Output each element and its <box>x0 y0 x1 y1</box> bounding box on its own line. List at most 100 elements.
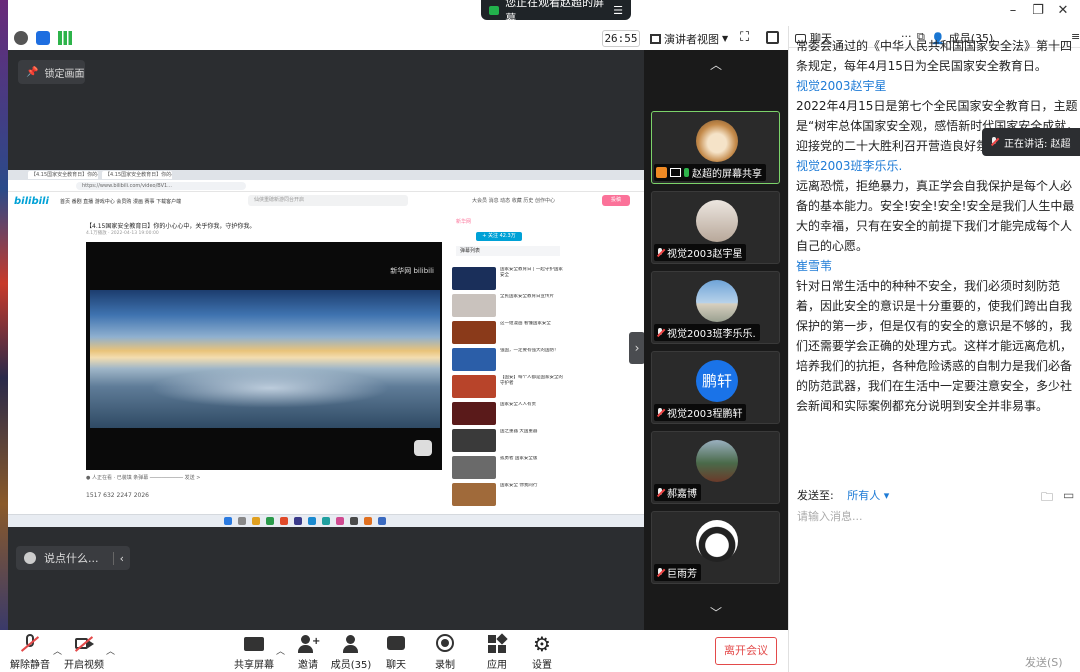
avatar <box>696 520 738 562</box>
participant-tile[interactable]: 视觉2003班李乐乐. <box>651 271 780 344</box>
danmaku-bar: ● 人正在看 · 已装填 条弹幕 ─────────── 发送 > <box>86 475 201 481</box>
participant-tile[interactable]: 赵超的屏幕共享 <box>651 111 780 184</box>
chat-panel: 聊天 ··· ⧉ 👤 成员(35) ≡ 常委会通过的《中华人民共和国国家安全法》… <box>788 26 1080 672</box>
info-icon[interactable] <box>14 31 28 45</box>
mic-muted-icon <box>656 247 664 258</box>
avatar <box>696 120 738 162</box>
smiley-icon <box>24 552 36 564</box>
share-indicator-icon <box>489 5 500 15</box>
video-frame-sky <box>90 290 440 428</box>
screenshot-icon[interactable]: ▭ <box>1063 488 1074 502</box>
play-icon <box>414 440 432 456</box>
chat-button[interactable]: 聊天 <box>368 634 424 671</box>
list-item: 【国安】每个人都是国家安全的守护者 <box>452 375 564 398</box>
meeting-controls: 解除静音 ︿ 开启视频 ︿ 共享屏幕 ︿ + 邀请 成员(35) 聊天 录制 应… <box>8 630 788 672</box>
pin-icon: 📌 <box>26 66 39 78</box>
participant-tile[interactable]: 鹏轩 视觉2003程鹏轩 <box>651 351 780 424</box>
record-button[interactable]: 录制 <box>417 634 473 671</box>
chat-message: 远离恐慌，拒绝暴力，真正学会自我保护是每个人必备的基本能力。安全!安全!安全!安… <box>796 179 1075 253</box>
bilibili-logo: bilibili <box>14 196 49 207</box>
send-to-selector[interactable]: 发送至: 所有人 ▾ <box>797 487 889 503</box>
security-shield-icon[interactable] <box>36 31 50 45</box>
participant-tile[interactable]: 视觉2003赵宇星 <box>651 191 780 264</box>
chat-message: 针对日常生活中的种种不安全，我们必须时刻防范着，因此安全的意识是十分重要的，使我… <box>796 279 1073 413</box>
chat-message-input[interactable]: 请输入消息... <box>797 508 1073 628</box>
follow-button: + 关注 42.3万 <box>476 232 522 241</box>
lock-view-button[interactable]: 📌 锁定画面 <box>18 60 85 84</box>
meeting-window: 您正在观看赵超的屏幕 ☰ – ❐ ✕ 26:55 演讲者视图 ▼ ⛶ 📌 锁定画… <box>0 0 1080 672</box>
restore-icon[interactable]: ❐ <box>1028 3 1048 18</box>
start-video-button[interactable]: 开启视频 <box>56 634 112 671</box>
browser-tab[interactable]: 【4.15国家安全教育日】你的小... <box>28 171 98 179</box>
folder-icon[interactable]: 🗀 <box>1041 488 1053 509</box>
list-item: 孤勇者 国家安全版 <box>452 456 564 479</box>
members-icon <box>340 634 362 654</box>
url-field[interactable]: https://www.bilibili.com/video/BV1... <box>76 182 246 190</box>
start-video-label: 开启视频 <box>64 660 104 671</box>
screen-share-banner[interactable]: 您正在观看赵超的屏幕 ☰ <box>481 0 631 25</box>
uploader-name: 新华网 <box>456 219 472 225</box>
upload-button: 投稿 <box>602 195 630 206</box>
settings-label: 设置 <box>532 660 552 671</box>
participant-name: 视觉2003程鹏轩 <box>667 409 743 420</box>
site-search-input: 仙侠重磅新游同台开启 <box>248 195 408 206</box>
list-item: 国家安全教育日 | 一起守护国家安全 <box>452 267 564 290</box>
avatar-initials: 鹏轩 <box>701 372 732 390</box>
shared-taskbar <box>8 514 644 527</box>
list-item: 强国，一定要有强大的国防！ <box>452 348 564 371</box>
send-to-label: 发送至: <box>797 489 834 502</box>
avatar <box>696 440 738 482</box>
browser-tab[interactable]: 【4.15国家安全教育日】你的小... <box>102 171 172 179</box>
close-icon[interactable]: ✕ <box>1053 3 1073 18</box>
browser-tab-bar: 【4.15国家安全教育日】你的小... 【4.15国家安全教育日】你的小... <box>8 170 644 180</box>
participant-name: 视觉2003班李乐乐. <box>667 329 756 340</box>
chat-icon <box>385 634 407 654</box>
browser-address-bar: https://www.bilibili.com/video/BV1... <box>8 180 644 192</box>
user-icon <box>656 167 667 178</box>
collapse-thumbnails-handle[interactable]: › <box>629 332 645 364</box>
mic-on-icon <box>684 168 689 177</box>
leave-meeting-button[interactable]: 离开会议 <box>715 637 777 665</box>
quick-chat-placeholder: 说点什么... <box>44 552 99 565</box>
video-options-caret[interactable]: ︿ <box>106 644 115 657</box>
shared-screen-stage: 📌 锁定画面 【4.15国家安全教育日】你的小... 【4.15国家安全教育日】… <box>8 50 644 630</box>
settings-button[interactable]: ⚙ 设置 <box>514 634 570 671</box>
add-user-icon: + <box>297 634 320 654</box>
participant-tile[interactable]: 巨雨芳 <box>651 511 780 584</box>
quick-chat-input[interactable]: 说点什么... ‹ <box>16 546 130 570</box>
menu-icon[interactable]: ☰ <box>613 4 623 17</box>
participant-name: 视觉2003赵宇星 <box>667 249 743 260</box>
participant-name: 赵超的屏幕共享 <box>692 169 762 180</box>
scroll-down-icon[interactable]: ﹀ <box>644 598 788 628</box>
site-user-links: 大会员 消息 动态 收藏 历史 创作中心 <box>472 198 555 204</box>
apps-grid-icon <box>486 633 508 654</box>
list-item: 这一组漫画 看懂国家安全 <box>452 321 564 344</box>
side-panel-toggle-icon[interactable] <box>766 31 779 44</box>
avatar <box>696 280 738 322</box>
send-button[interactable]: 发送(S) <box>1025 654 1063 670</box>
chevron-down-icon: ▼ <box>722 34 729 43</box>
mic-muted-icon <box>656 327 664 338</box>
view-mode-label: 演讲者视图 <box>664 32 719 46</box>
share-screen-label: 共享屏幕 <box>234 660 274 671</box>
avatar: 鹏轩 <box>696 360 738 402</box>
record-icon <box>434 634 456 654</box>
share-screen-button[interactable]: 共享屏幕 <box>226 634 282 671</box>
video-actions: 1517 632 2247 2026 <box>86 492 149 499</box>
view-mode-dropdown[interactable]: 演讲者视图 ▼ <box>650 30 736 47</box>
minimize-icon[interactable]: – <box>1003 3 1023 18</box>
fullscreen-icon[interactable]: ⛶ <box>740 30 749 45</box>
gear-icon: ⚙ <box>533 632 551 656</box>
unmute-button[interactable]: 解除静音 <box>2 634 58 671</box>
mic-muted-icon <box>656 567 664 578</box>
chat-sender: 视觉2003赵宇星 <box>796 79 887 93</box>
chevron-left-icon[interactable]: ‹ <box>112 551 124 565</box>
unmute-label: 解除静音 <box>10 660 50 671</box>
participant-tile[interactable]: 郝嘉博 <box>651 431 780 504</box>
lock-view-label: 锁定画面 <box>44 68 85 80</box>
send-to-value[interactable]: 所有人 ▾ <box>847 489 889 502</box>
signal-strength-icon[interactable] <box>58 31 72 45</box>
list-item: 国之重器 大国重器 <box>452 429 564 452</box>
scroll-up-icon[interactable]: ︿ <box>644 50 788 80</box>
avatar <box>696 200 738 242</box>
